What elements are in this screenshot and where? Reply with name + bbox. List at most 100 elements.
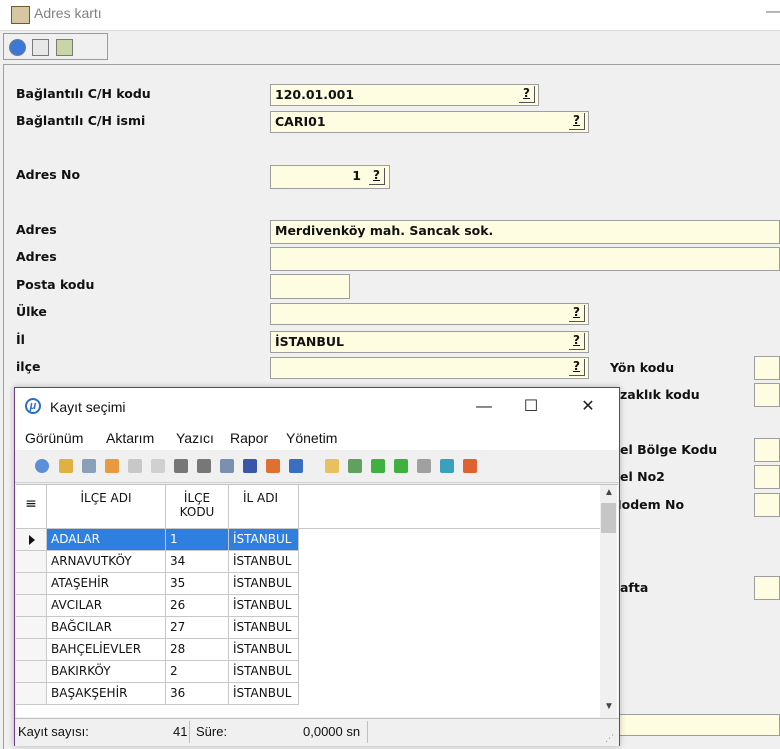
preview-icon[interactable] (440, 459, 454, 473)
address-line2-field[interactable] (270, 247, 780, 271)
address-no-lookup-button[interactable]: ? (369, 168, 385, 185)
menu-rapor[interactable]: Rapor (230, 430, 268, 446)
cell-il-adi[interactable]: İSTANBUL (229, 529, 299, 551)
country-lookup-button[interactable]: ? (569, 305, 585, 322)
cell-ilce-adi[interactable]: ARNAVUTKÖY (47, 551, 166, 573)
cell-ilce-kodu[interactable]: 26 (166, 595, 229, 617)
menu-gorunum[interactable]: Görünüm (25, 430, 83, 446)
special-region-label: el Bölge Kodu (620, 442, 718, 457)
postal-code-field[interactable] (270, 274, 350, 299)
dialog-maximize-button[interactable]: ☐ (508, 394, 554, 420)
hierarchy-icon[interactable] (151, 459, 165, 473)
cell-ilce-kodu[interactable]: 35 (166, 573, 229, 595)
cell-ilce-kodu[interactable]: 34 (166, 551, 229, 573)
money-icon[interactable] (56, 39, 73, 56)
record-count-value: 41 (173, 724, 188, 739)
cell-il-adi[interactable]: İSTANBUL (229, 683, 299, 705)
row-indicator (16, 551, 47, 573)
cari-code-field[interactable]: 120.01.001 ? (270, 84, 539, 106)
country-field[interactable]: ? (270, 303, 589, 325)
grid-icon[interactable] (105, 459, 119, 473)
refresh-icon[interactable] (35, 459, 49, 473)
district-field[interactable]: ? (270, 357, 589, 379)
cell-il-adi[interactable]: İSTANBUL (229, 617, 299, 639)
filter-icon[interactable] (59, 459, 73, 473)
tree-icon[interactable] (128, 459, 142, 473)
search-person-icon[interactable] (417, 459, 431, 473)
scroll-up-icon[interactable]: ▲ (604, 487, 614, 498)
district-lookup-button[interactable]: ? (569, 359, 585, 376)
address-no-field[interactable]: 1 ? (270, 165, 390, 189)
cell-il-adi[interactable]: İSTANBUL (229, 639, 299, 661)
cell-ilce-adi[interactable]: AVCILAR (47, 595, 166, 617)
cell-il-adi[interactable]: İSTANBUL (229, 595, 299, 617)
district-grid: ≡ İLÇE ADI İLÇE KODU İL ADI ADALAR 1 İST… (16, 484, 618, 717)
city-lookup-button[interactable]: ? (569, 333, 585, 350)
arrow-right-icon[interactable] (371, 459, 385, 473)
special-no2-field[interactable] (754, 465, 780, 489)
cell-ilce-adi[interactable]: BAŞAKŞEHİR (47, 683, 166, 705)
cell-ilce-kodu[interactable]: 28 (166, 639, 229, 661)
grid-vertical-scrollbar[interactable]: ▲ ▼ (600, 485, 617, 717)
cari-name-lookup-button[interactable]: ? (569, 113, 585, 130)
bottom-field[interactable] (600, 714, 780, 736)
direction-code-field[interactable] (754, 356, 780, 380)
duration-value: 0,0000 sn (303, 724, 361, 739)
columns-icon[interactable] (82, 459, 96, 473)
menu-aktarim[interactable]: Aktarım (106, 430, 154, 446)
cell-ilce-adi[interactable]: ATAŞEHİR (47, 573, 166, 595)
cell-ilce-adi[interactable]: BAKIRKÖY (47, 661, 166, 683)
row-indicator (16, 661, 47, 683)
calendar-icon[interactable] (463, 459, 477, 473)
column-header-ilce-kodu[interactable]: İLÇE KODU (166, 485, 229, 529)
city-field[interactable]: İSTANBUL ? (270, 331, 589, 353)
menu-yazici[interactable]: Yazıcı (176, 430, 214, 446)
layout-icon[interactable] (220, 459, 234, 473)
cell-il-adi[interactable]: İSTANBUL (229, 661, 299, 683)
duration-label: Süre: (196, 724, 228, 739)
resize-grip-icon[interactable]: ⋰ (605, 733, 614, 744)
status-divider (189, 721, 190, 743)
expand-icon[interactable] (197, 459, 211, 473)
cell-ilce-kodu[interactable]: 27 (166, 617, 229, 639)
address-line1-label: Adres (16, 222, 57, 237)
collapse-icon[interactable] (174, 459, 188, 473)
row-indicator (16, 595, 47, 617)
column-header-ilce-adi[interactable]: İLÇE ADI (47, 485, 166, 529)
cari-name-field[interactable]: CARI01 ? (270, 111, 589, 133)
cell-ilce-adi[interactable]: BAHÇELİEVLER (47, 639, 166, 661)
minimize-button[interactable]: — (766, 3, 780, 21)
menu-yonetim[interactable]: Yönetim (286, 430, 337, 446)
week-field[interactable] (754, 576, 780, 600)
cell-ilce-adi[interactable]: BAĞCILAR (47, 617, 166, 639)
dialog-close-button[interactable]: ✕ (565, 394, 611, 420)
cell-ilce-kodu[interactable]: 2 (166, 661, 229, 683)
scroll-down-icon[interactable]: ▼ (604, 701, 614, 712)
dialog-minimize-button[interactable]: — (461, 394, 507, 420)
sync-icon[interactable] (266, 459, 280, 473)
calculator-icon[interactable] (32, 39, 49, 56)
cari-name-value: CARI01 (275, 114, 326, 129)
network-icon[interactable] (289, 459, 303, 473)
scroll-thumb[interactable] (601, 503, 616, 533)
column-header-il-adi[interactable]: İL ADI (229, 485, 299, 529)
grid-corner-menu-icon[interactable]: ≡ (16, 485, 47, 529)
edit-record-icon[interactable] (348, 459, 362, 473)
special-region-field[interactable] (754, 438, 780, 462)
address-line1-field[interactable]: Merdivenköy mah. Sancak sok. (270, 220, 780, 244)
cari-code-lookup-button[interactable]: ? (519, 86, 535, 103)
help-icon[interactable] (9, 39, 26, 56)
new-record-icon[interactable] (325, 459, 339, 473)
cell-ilce-adi[interactable]: ADALAR (47, 529, 166, 551)
address-no-value: 1 (352, 168, 361, 183)
cell-il-adi[interactable]: İSTANBUL (229, 551, 299, 573)
cell-il-adi[interactable]: İSTANBUL (229, 573, 299, 595)
cell-ilce-kodu[interactable]: 1 (166, 529, 229, 551)
row-indicator (16, 573, 47, 595)
save-icon[interactable] (243, 459, 257, 473)
arrow-right-alt-icon[interactable] (394, 459, 408, 473)
payment-no-field[interactable] (754, 493, 780, 517)
row-indicator (16, 639, 47, 661)
distance-code-field[interactable] (754, 383, 780, 407)
cell-ilce-kodu[interactable]: 36 (166, 683, 229, 705)
